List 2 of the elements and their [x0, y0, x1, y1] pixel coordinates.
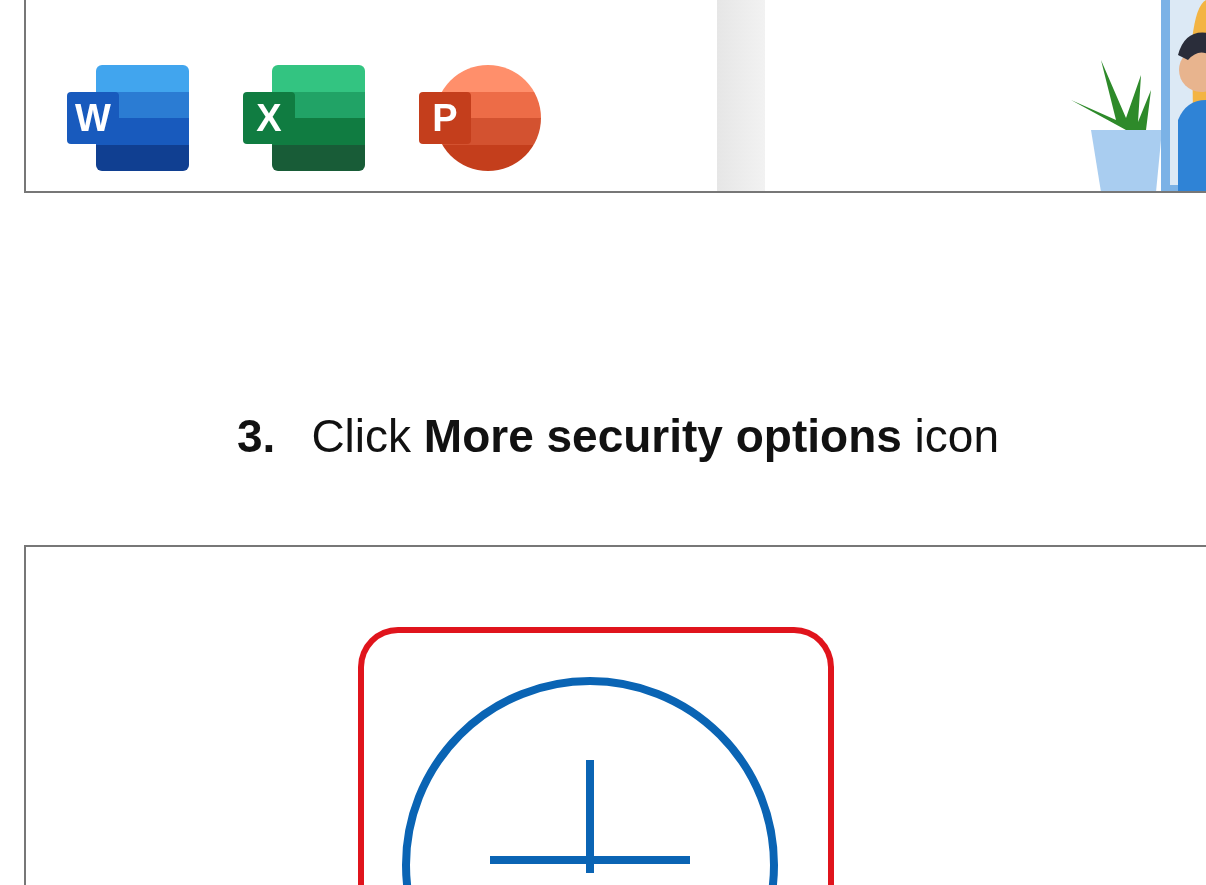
step-number: 3.: [237, 409, 276, 463]
instruction-text: Click More security options icon: [311, 409, 999, 463]
